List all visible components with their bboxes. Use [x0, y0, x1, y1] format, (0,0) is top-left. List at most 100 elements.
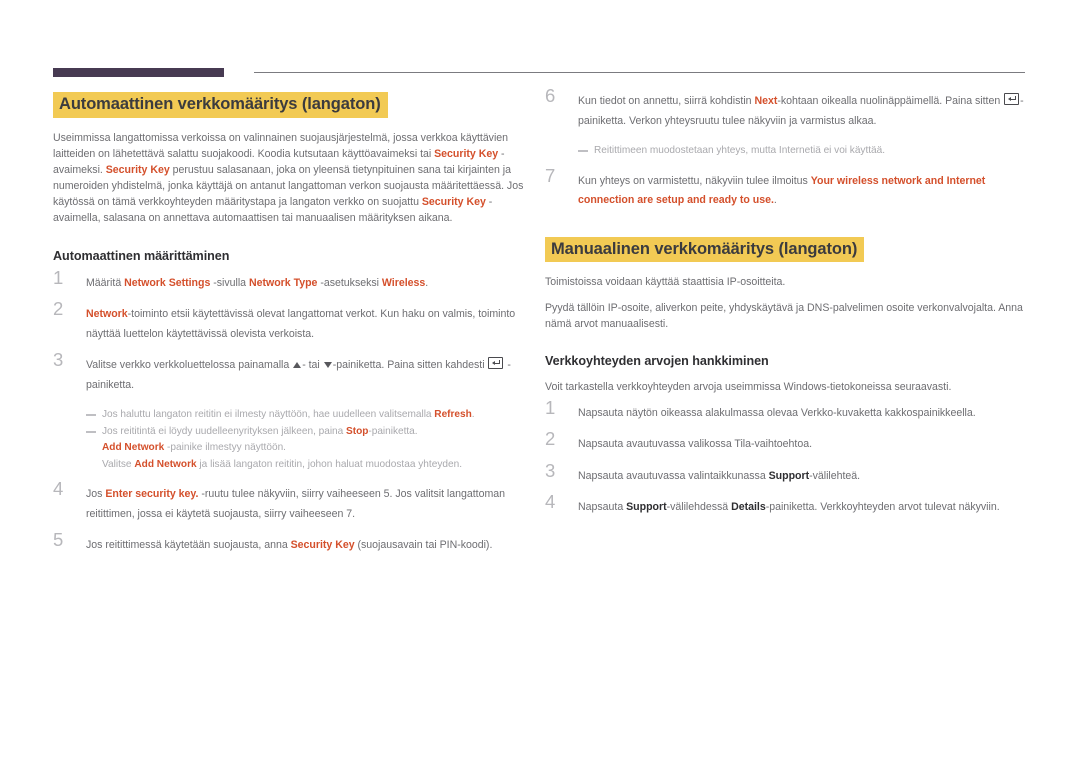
left-step4-text-0: Jos — [86, 488, 106, 501]
step-item: 4 Napsauta Support-välilehdessä Details-p… — [545, 493, 1031, 518]
right-top-step7-text-0: Kun yhteys on varmistettu, näkyviin tule… — [578, 174, 811, 187]
note-item: Jos reititintä ei löydy uudelleenyrityks… — [86, 424, 539, 441]
step-text: Napsauta avautuvassa valintaikkunassa Su… — [578, 467, 1031, 487]
step-text: Jos reitittimessä käytetään suojausta, a… — [86, 536, 539, 556]
manual-paragraph-1: Toimistoissa voidaan käyttää staattisia … — [545, 276, 786, 289]
left-note3-0-text-0: Jos haluttu langaton reititin ei ilmesty… — [102, 409, 435, 421]
right-bottom-step2-text-0: Napsauta avautuvassa valikossa Tila-vaih… — [578, 438, 813, 451]
security-key-term-2: Security Key — [105, 164, 170, 177]
right-bottom-step3-text-2: -välilehteä. — [809, 469, 861, 482]
step-number: 3 — [53, 349, 64, 371]
step-item: 1 Napsauta näytön oikeassa alakulmassa ol… — [545, 398, 1031, 424]
step-text: Valitse verkko verkkoluettelossa painama… — [86, 356, 539, 395]
enter-arrow-head — [1007, 97, 1011, 102]
obtain-values-paragraph: Voit tarkastella verkkoyhteyden arvoja u… — [545, 380, 952, 393]
right-bottom-step4-term-3: Details — [731, 501, 766, 514]
step-number: 2 — [53, 298, 64, 320]
step-number: 6 — [545, 85, 556, 106]
right-step-list-top: 6 Kun tiedot on annettu, siirrä kohdistin… — [545, 86, 1031, 211]
step-text: Napsauta näytön oikeassa alakulmassa ole… — [578, 404, 1031, 424]
left-note3-0-text-2: . — [471, 409, 475, 421]
step-text: Kun tiedot on annettu, siirrä kohdistin … — [578, 92, 1031, 131]
left-step1-term-1: Network Settings — [124, 276, 211, 289]
left-step1-text-0: Määritä — [86, 276, 125, 289]
right-top-note6-0-text-0: Reitittimeen muodostetaan yhteys, mutta … — [594, 145, 885, 156]
left-step-list: 1 Määritä Network Settings -sivulla Netwo… — [53, 268, 539, 556]
note-group: Reitittimeen muodostetaan yhteys, mutta … — [578, 143, 1031, 160]
subsection-title-automatic-setup: Automaattinen määrittäminen — [53, 248, 230, 263]
header-accent-bar — [53, 68, 224, 77]
enter-key-icon — [1004, 93, 1020, 105]
section-title-manual: Manuaalinen verkkomääritys (langaton) — [545, 236, 865, 263]
step-item: 3 Napsauta avautuvassa valintaikkunassa S… — [545, 461, 1031, 487]
left-step3-text-4: -painiketta. Paina sitten kahdesti — [332, 359, 488, 372]
right-bottom-step4-text-0: Napsauta — [578, 501, 627, 514]
left-step3-text-0: Valitse verkko verkkoluettelossa painama… — [86, 359, 293, 372]
left-note3-1-text-2: -painiketta. — [368, 425, 418, 437]
left-step1-text-4: -asetukseksi — [317, 276, 382, 289]
step-number: 5 — [53, 529, 64, 551]
step-number: 4 — [545, 491, 556, 513]
right-bottom-step4-text-2: -välilehdessä — [666, 501, 732, 514]
right-bottom-step4-text-4: -painiketta. Verkkoyhteyden arvot tuleva… — [765, 501, 1000, 514]
left-note3-1-text-0: Jos reititintä ei löydy uudelleenyrityks… — [102, 425, 347, 437]
right-top-step6-text-0: Kun tiedot on annettu, siirrä kohdistin — [578, 95, 755, 107]
note-group: Jos haluttu langaton reititin ei ilmesty… — [86, 407, 539, 473]
right-bottom-step3-term-1: Support — [768, 469, 810, 482]
step-text: Jos Enter security key. -ruutu tulee näk… — [86, 485, 539, 524]
step-number: 7 — [545, 164, 556, 186]
step-item: 2 Napsauta avautuvassa valikossa Tila-vai… — [545, 430, 1031, 455]
step-number: 2 — [545, 428, 556, 450]
left-note3-1-term-1: Stop — [346, 425, 369, 437]
header-rule-line — [254, 72, 1025, 73]
step-number: 1 — [545, 396, 556, 418]
step-item: 5 Jos reitittimessä käytetään suojausta, … — [53, 531, 539, 556]
right-column: 6 Kun tiedot on annettu, siirrä kohdistin… — [545, 86, 1031, 530]
step-text: Network-toiminto etsii käytettävissä ole… — [86, 305, 539, 344]
step-item: 3 Valitse verkko verkkoluettelossa painam… — [53, 351, 539, 395]
left-column: Automaattinen verkkomääritys (langaton) … — [53, 92, 539, 568]
right-top-step7-text-2: . — [773, 194, 777, 206]
left-step3-text-2: - tai — [302, 359, 323, 372]
left-step4-term-1: Enter security key. — [105, 488, 199, 501]
security-key-term-1: Security Key — [434, 148, 499, 161]
step-number: 4 — [53, 478, 64, 500]
right-top-step6-text-2: -kohtaan oikealla nuolinäppäimellä. Pain… — [777, 95, 1004, 107]
right-bottom-step4-term-1: Support — [626, 501, 667, 514]
right-step-list-bottom: 1 Napsauta näytön oikeassa alakulmassa ol… — [545, 398, 1031, 518]
note-subline: Valitse Add Network ja lisää langaton re… — [86, 457, 539, 474]
right-top-step6-term-1: Next — [754, 95, 778, 107]
step-item: 6 Kun tiedot on annettu, siirrä kohdistin… — [545, 86, 1031, 131]
step-text: Kun yhteys on varmistettu, näkyviin tule… — [578, 172, 1031, 211]
left-step1-term-3: Network Type — [248, 276, 318, 289]
left-step2-term-0: Network — [86, 308, 128, 321]
step-text: Napsauta avautuvassa valikossa Tila-vaih… — [578, 435, 1031, 455]
step-number: 3 — [545, 459, 556, 481]
arrow-up-icon — [293, 362, 302, 369]
note-item: Reitittimeen muodostetaan yhteys, mutta … — [578, 143, 1031, 160]
enter-arrow-head — [491, 361, 495, 366]
step-item: 2 Network-toiminto etsii käytettävissä ol… — [53, 300, 539, 344]
left-note3-2-term-0: Add Network — [102, 442, 165, 454]
left-note3-3-text-2: ja lisää langaton reititin, johon haluat… — [196, 458, 463, 470]
manual-paragraph-2: Pyydä tällöin IP-osoite, aliverkon peite… — [545, 301, 1023, 330]
left-step1-text-2: -sivulla — [210, 276, 249, 289]
step-item: 1 Määritä Network Settings -sivulla Netwo… — [53, 268, 539, 294]
left-step2-text-1: -toiminto etsii käytettävissä olevat lan… — [86, 308, 516, 340]
right-bottom-step3-text-0: Napsauta avautuvassa valintaikkunassa — [578, 469, 769, 482]
step-item: 7 Kun yhteys on varmistettu, näkyviin tul… — [545, 166, 1031, 211]
step-text: Määritä Network Settings -sivulla Networ… — [86, 274, 539, 294]
step-text: Napsauta Support-välilehdessä Details-pa… — [578, 498, 1031, 518]
document-page: Automaattinen verkkomääritys (langaton) … — [0, 0, 1080, 763]
left-step5-text-2: (suojausavain tai PIN-koodi). — [354, 539, 493, 552]
step-number: 1 — [53, 266, 64, 288]
page-header-decoration — [0, 66, 1080, 78]
arrow-down-icon — [323, 362, 332, 369]
right-bottom-step1-text-0: Napsauta näytön oikeassa alakulmassa ole… — [578, 406, 976, 419]
left-step5-text-0: Jos reitittimessä käytetään suojausta, a… — [86, 539, 291, 552]
note-subline: Add Network -painike ilmestyy näyttöön. — [86, 440, 539, 457]
left-step1-term-5: Wireless — [381, 276, 426, 289]
left-note3-2-text-1: -painike ilmestyy näyttöön. — [164, 442, 286, 454]
note-item: Jos haluttu langaton reititin ei ilmesty… — [86, 407, 539, 424]
section-title-automatic: Automaattinen verkkomääritys (langaton) — [53, 92, 388, 118]
